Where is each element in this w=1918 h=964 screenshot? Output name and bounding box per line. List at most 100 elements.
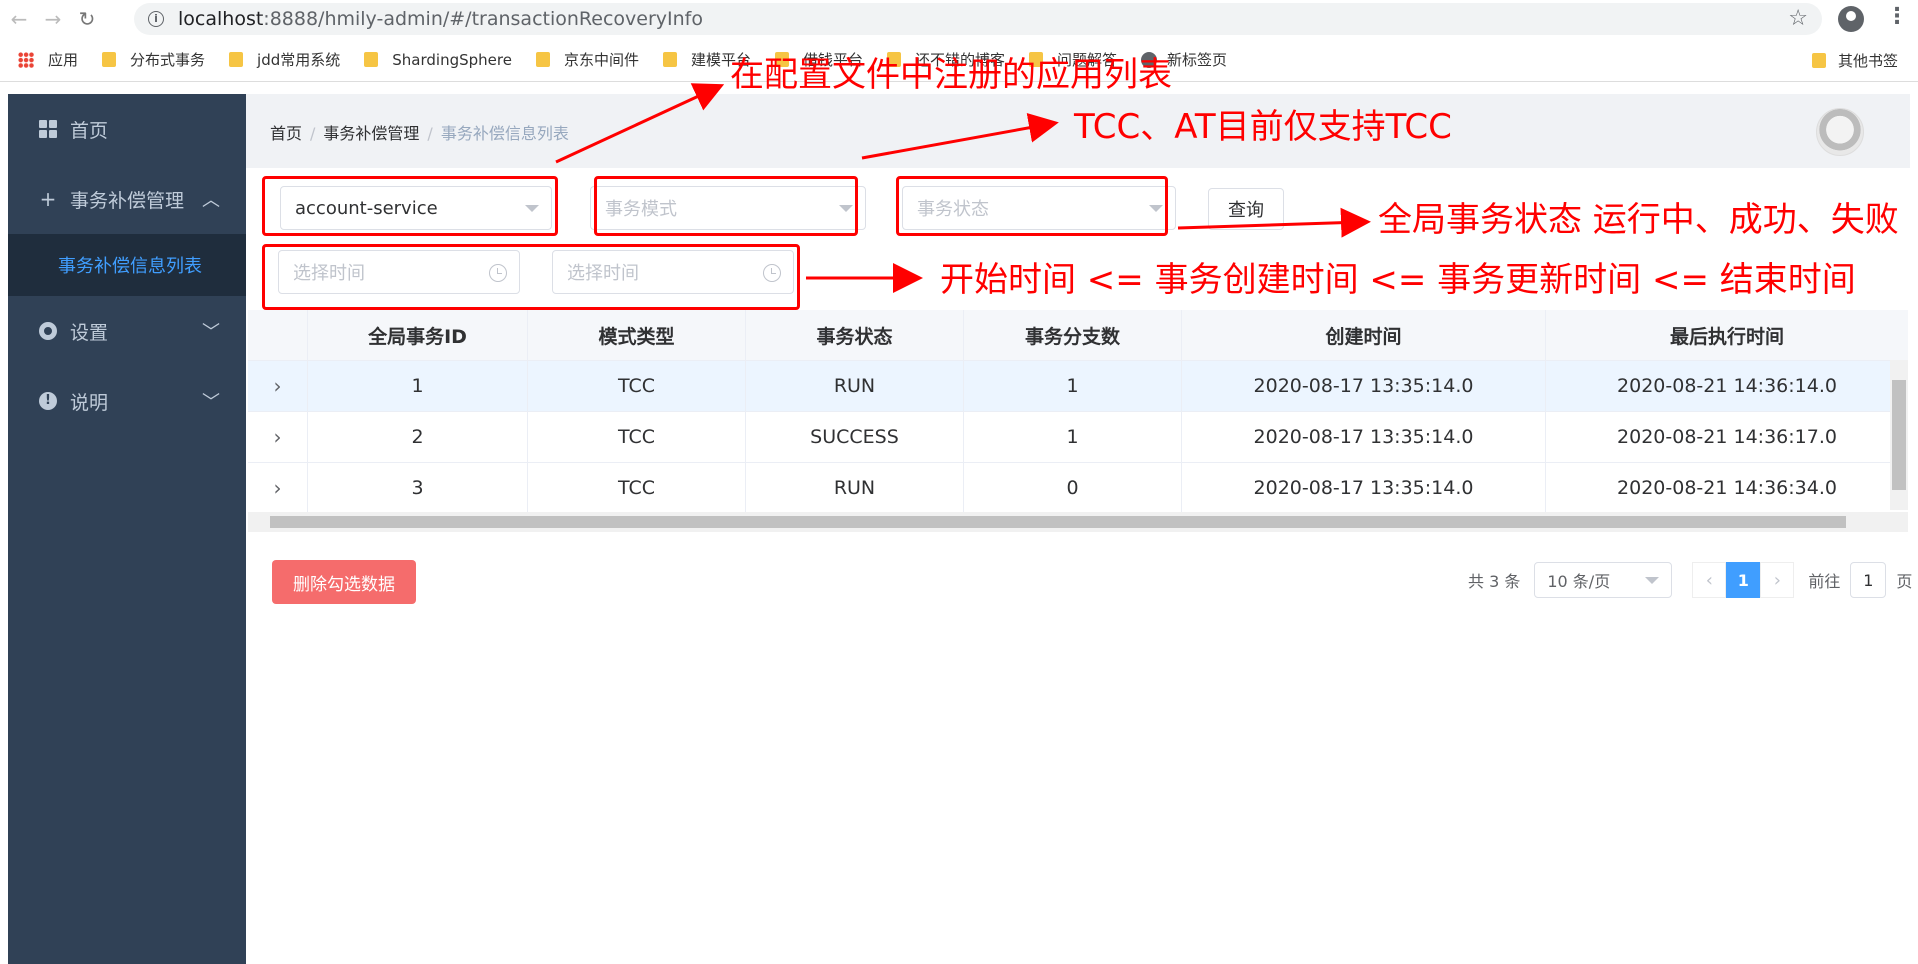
table-header[interactable]: 创建时间 bbox=[1182, 310, 1546, 360]
table-cell: 2020-08-17 13:35:14.0 bbox=[1182, 361, 1546, 411]
query-button[interactable]: 查询 bbox=[1208, 188, 1284, 230]
table-cell: 2020-08-17 13:35:14.0 bbox=[1182, 463, 1546, 513]
url-path: :8888/hmily-admin/#/transactionRecoveryI… bbox=[263, 8, 703, 30]
table-cell: 0 bbox=[964, 463, 1182, 513]
annotation-app-list: 在配置文件中注册的应用列表 bbox=[730, 55, 1172, 95]
table-cell: SUCCESS bbox=[746, 412, 964, 462]
pagination: 共 3 条 10 条/页 ‹ 1 › 前往 1 页 bbox=[1468, 562, 1912, 598]
annotation-box-time bbox=[262, 244, 800, 310]
table-cell: TCC bbox=[528, 412, 746, 462]
site-info-icon[interactable]: i bbox=[148, 11, 164, 27]
chevron-down-icon: ﹀ bbox=[202, 392, 220, 413]
folder-icon bbox=[229, 52, 244, 67]
bookmark-folder[interactable]: jdd常用系统 bbox=[229, 49, 340, 70]
apps-grid-icon bbox=[18, 51, 34, 68]
browser-menu-icon[interactable]: ⋮ bbox=[1886, 4, 1908, 29]
delete-selected-button[interactable]: 删除勾选数据 bbox=[272, 560, 416, 604]
sidebar-item-compensation[interactable]: + 事务补偿管理 ︿ bbox=[8, 164, 246, 234]
transaction-table: 全局事务ID 模式类型 事务状态 事务分支数 创建时间 最后执行时间 › 1 T… bbox=[248, 310, 1908, 514]
expand-row-icon[interactable]: › bbox=[248, 463, 308, 513]
sidebar: 首页 + 事务补偿管理 ︿ 事务补偿信息列表 设置 ﹀ ! 说明 ﹀ bbox=[8, 94, 246, 964]
sidebar-subitem-label: 事务补偿信息列表 bbox=[58, 256, 202, 277]
annotation-status: 全局事务状态 运行中、成功、失败 bbox=[1378, 200, 1899, 240]
table-header[interactable]: 全局事务ID bbox=[308, 310, 528, 360]
table-cell: 2020-08-17 13:35:14.0 bbox=[1182, 412, 1546, 462]
table-cell: 1 bbox=[964, 412, 1182, 462]
sidebar-item-home[interactable]: 首页 bbox=[8, 94, 246, 164]
goto-suffix: 页 bbox=[1896, 572, 1913, 591]
sidebar-item-label: 设置 bbox=[70, 321, 109, 344]
table-header[interactable]: 事务分支数 bbox=[964, 310, 1182, 360]
profile-avatar-icon[interactable] bbox=[1838, 6, 1864, 32]
bookmark-apps[interactable]: 应用 bbox=[18, 49, 78, 70]
url-input[interactable]: i localhost:8888/hmily-admin/#/transacti… bbox=[134, 3, 1822, 35]
table-cell: 2020-08-21 14:36:17.0 bbox=[1617, 426, 1837, 448]
table-cell: 2020-08-21 14:36:14.0 bbox=[1617, 375, 1837, 397]
table-header[interactable]: 事务状态 bbox=[746, 310, 964, 360]
avatar[interactable] bbox=[1816, 108, 1864, 156]
back-icon[interactable]: ← bbox=[4, 4, 34, 34]
table-cell: 1 bbox=[964, 361, 1182, 411]
table-header[interactable]: 最后执行时间 bbox=[1546, 310, 1908, 360]
chevron-down-icon: ﹀ bbox=[202, 322, 220, 343]
total-count: 共 3 条 bbox=[1468, 572, 1521, 591]
page-number-current[interactable]: 1 bbox=[1726, 562, 1761, 598]
breadcrumb-compensation[interactable]: 事务补偿管理 bbox=[323, 124, 419, 143]
gear-icon bbox=[38, 321, 58, 341]
forward-icon[interactable]: → bbox=[38, 4, 68, 34]
bookmark-star-icon[interactable]: ☆ bbox=[1788, 6, 1808, 31]
expand-header bbox=[248, 310, 308, 360]
table-cell: 2 bbox=[308, 412, 528, 462]
info-icon: ! bbox=[38, 391, 58, 411]
annotation-box-mode bbox=[594, 176, 858, 236]
plus-icon: + bbox=[39, 187, 57, 211]
table-cell: TCC bbox=[528, 463, 746, 513]
expand-row-icon[interactable]: › bbox=[248, 361, 308, 411]
table-cell: 2020-08-21 14:36:34.0 bbox=[1617, 477, 1837, 499]
bookmark-folder[interactable]: ShardingSphere bbox=[364, 51, 512, 69]
folder-icon bbox=[364, 52, 379, 67]
reload-icon[interactable]: ↻ bbox=[72, 4, 102, 34]
folder-icon bbox=[1812, 53, 1826, 68]
browser-address-bar: ← → ↻ i localhost:8888/hmily-admin/#/tra… bbox=[0, 0, 1918, 38]
prev-page-icon[interactable]: ‹ bbox=[1692, 562, 1727, 598]
table-header[interactable]: 模式类型 bbox=[528, 310, 746, 360]
sidebar-item-settings[interactable]: 设置 ﹀ bbox=[8, 296, 246, 366]
table-row[interactable]: › 1 TCC RUN 1 2020-08-17 13:35:14.0 2020… bbox=[248, 361, 1908, 412]
annotation-time-range: 开始时间 <= 事务创建时间 <= 事务更新时间 <= 结束时间 bbox=[940, 260, 1856, 300]
dashboard-icon bbox=[38, 119, 58, 139]
table-cell: RUN bbox=[746, 463, 964, 513]
sidebar-item-label: 说明 bbox=[70, 391, 109, 414]
url-host: localhost bbox=[178, 8, 264, 30]
breadcrumb-home[interactable]: 首页 bbox=[270, 124, 302, 143]
table-cell: RUN bbox=[746, 361, 964, 411]
other-bookmarks[interactable]: 其他书签 bbox=[1812, 50, 1898, 71]
bookmark-folder[interactable]: 京东中间件 bbox=[535, 49, 639, 70]
sidebar-item-label: 首页 bbox=[70, 119, 109, 142]
horizontal-scrollbar[interactable] bbox=[248, 512, 1908, 532]
annotation-box-app bbox=[262, 176, 558, 236]
table-row[interactable]: › 2 TCC SUCCESS 1 2020-08-17 13:35:14.0 … bbox=[248, 412, 1908, 463]
annotation-mode: TCC、AT目前仅支持TCC bbox=[1074, 107, 1452, 147]
annotation-box-status bbox=[896, 176, 1168, 236]
sidebar-item-label: 事务补偿管理 bbox=[70, 189, 185, 212]
table-cell: 3 bbox=[308, 463, 528, 513]
chevron-up-icon: ︿ bbox=[202, 190, 220, 211]
breadcrumb-current: 事务补偿信息列表 bbox=[440, 124, 569, 143]
folder-icon bbox=[535, 52, 550, 67]
table-cell: 1 bbox=[308, 361, 528, 411]
table-cell: TCC bbox=[528, 361, 746, 411]
table-row[interactable]: › 3 TCC RUN 0 2020-08-17 13:35:14.0 2020… bbox=[248, 463, 1908, 514]
next-page-icon[interactable]: › bbox=[1760, 562, 1795, 598]
bookmark-folder[interactable]: 分布式事务 bbox=[102, 49, 205, 70]
caret-down-icon bbox=[1645, 577, 1660, 584]
sidebar-item-help[interactable]: ! 说明 ﹀ bbox=[8, 366, 246, 436]
folder-icon bbox=[102, 52, 117, 67]
goto-page-input[interactable]: 1 bbox=[1850, 562, 1887, 598]
expand-row-icon[interactable]: › bbox=[248, 412, 308, 462]
vertical-scrollbar[interactable] bbox=[1890, 360, 1908, 510]
sidebar-subitem-recovery-list[interactable]: 事务补偿信息列表 bbox=[8, 234, 246, 296]
page-size-select[interactable]: 10 条/页 bbox=[1534, 562, 1673, 598]
goto-prefix: 前往 bbox=[1808, 572, 1841, 591]
folder-icon bbox=[662, 52, 677, 67]
